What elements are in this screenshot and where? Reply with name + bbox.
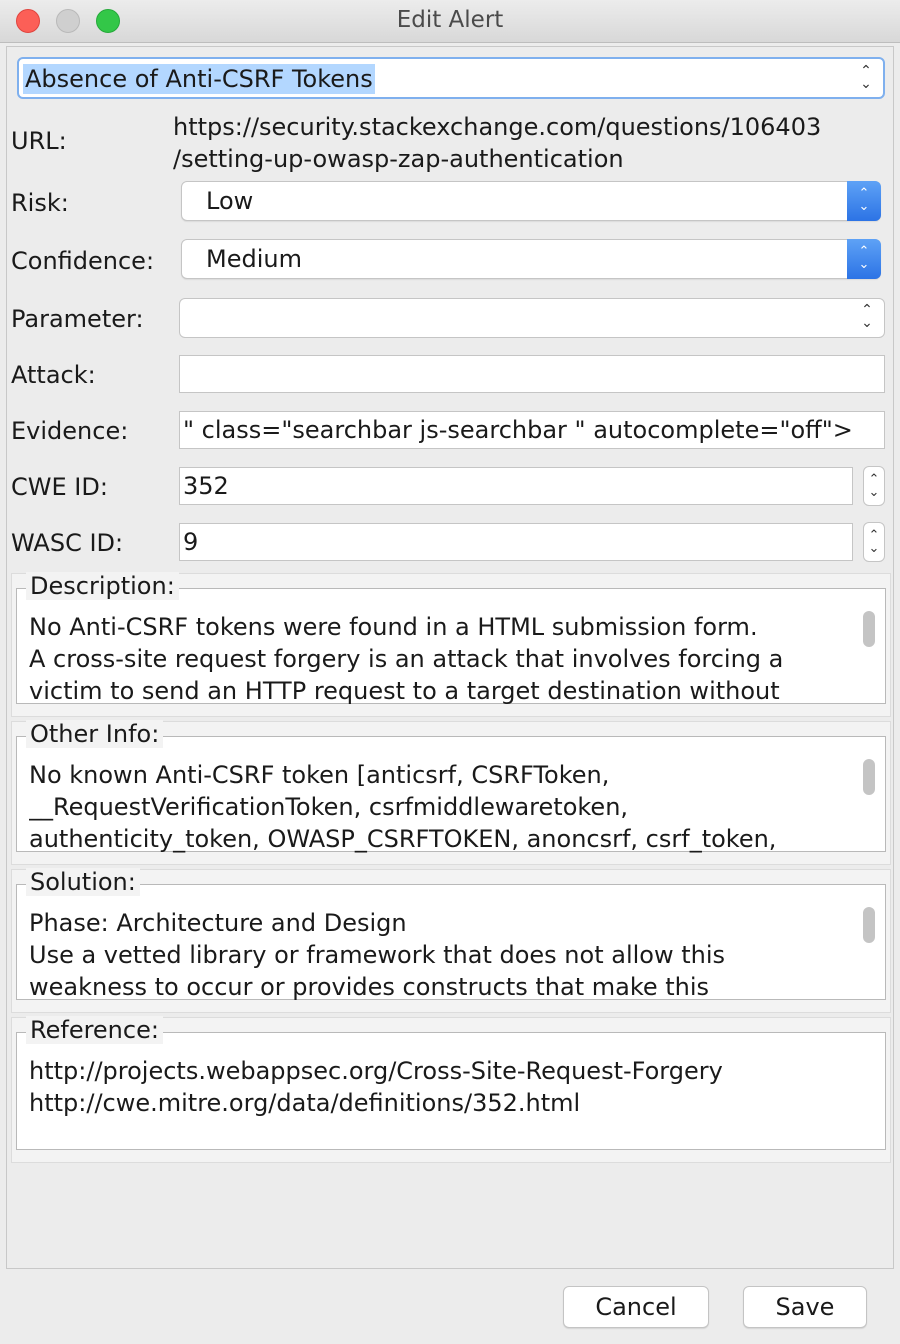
url-value: https://security.stackexchange.com/quest… <box>173 113 822 173</box>
solution-panel: Phase: Architecture and Design Use a vet… <box>11 868 891 1013</box>
alert-name-combo[interactable]: Absence of Anti-CSRF Tokens ⌃ ⌄ <box>17 57 885 99</box>
save-button[interactable]: Save <box>743 1286 867 1328</box>
cwe-id-label: CWE ID: <box>11 473 108 501</box>
attack-label: Attack: <box>11 361 96 389</box>
other-info-text[interactable]: No known Anti-CSRF token [anticsrf, CSRF… <box>29 759 849 855</box>
description-scrollbar[interactable] <box>863 611 875 647</box>
cancel-button[interactable]: Cancel <box>563 1286 709 1328</box>
parameter-combo[interactable]: ⌃ ⌄ <box>179 298 885 338</box>
cwe-id-value: 352 <box>183 472 229 500</box>
cwe-id-field[interactable]: 352 <box>179 467 853 505</box>
reference-text[interactable]: http://projects.webappsec.org/Cross-Site… <box>29 1055 849 1119</box>
solution-text[interactable]: Phase: Architecture and Design Use a vet… <box>29 907 849 1003</box>
wasc-id-value: 9 <box>183 528 199 556</box>
cwe-id-stepper[interactable]: ⌃ ⌄ <box>863 466 885 506</box>
wasc-id-field[interactable]: 9 <box>179 523 853 561</box>
parameter-label: Parameter: <box>11 305 144 333</box>
evidence-value: " class="searchbar js-searchbar " autoco… <box>183 416 853 444</box>
title-bar: Edit Alert <box>0 0 900 43</box>
confidence-label: Confidence: <box>11 247 155 275</box>
other-info-title: Other Info: <box>26 720 164 748</box>
evidence-label: Evidence: <box>11 417 129 445</box>
up-down-chevron-icon[interactable]: ⌃ ⌄ <box>855 64 877 93</box>
risk-select[interactable]: Low ⌃ ⌄ <box>181 181 881 221</box>
reference-title: Reference: <box>26 1016 163 1044</box>
solution-title: Solution: <box>26 868 140 896</box>
wasc-id-stepper[interactable]: ⌃ ⌄ <box>863 522 885 562</box>
edit-alert-form: Absence of Anti-CSRF Tokens ⌃ ⌄ URL: http… <box>6 46 894 1269</box>
wasc-id-label: WASC ID: <box>11 529 124 557</box>
other-info-panel: No known Anti-CSRF token [anticsrf, CSRF… <box>11 720 891 865</box>
description-text[interactable]: No Anti-CSRF tokens were found in a HTML… <box>29 611 849 707</box>
window-title: Edit Alert <box>396 7 504 33</box>
confidence-select[interactable]: Medium ⌃ ⌄ <box>181 239 881 279</box>
reference-box: http://projects.webappsec.org/Cross-Site… <box>16 1032 886 1150</box>
select-chevron-icon[interactable]: ⌃ ⌄ <box>847 181 881 221</box>
solution-box: Phase: Architecture and Design Use a vet… <box>16 884 886 1003</box>
select-chevron-icon[interactable]: ⌃ ⌄ <box>847 239 881 279</box>
solution-scrollbar[interactable] <box>863 907 875 943</box>
url-label: URL: <box>11 127 67 155</box>
alert-name-value: Absence of Anti-CSRF Tokens <box>23 64 375 94</box>
other-info-scrollbar[interactable] <box>863 759 875 795</box>
description-title: Description: <box>26 572 179 600</box>
description-box: No Anti-CSRF tokens were found in a HTML… <box>16 588 886 707</box>
reference-panel: http://projects.webappsec.org/Cross-Site… <box>11 1016 891 1163</box>
attack-field[interactable] <box>179 355 885 393</box>
evidence-field[interactable]: " class="searchbar js-searchbar " autoco… <box>179 411 885 449</box>
other-info-box: No known Anti-CSRF token [anticsrf, CSRF… <box>16 736 886 855</box>
risk-value: Low <box>206 187 254 215</box>
risk-label: Risk: <box>11 189 69 217</box>
confidence-value: Medium <box>206 245 302 273</box>
description-panel: No Anti-CSRF tokens were found in a HTML… <box>11 572 891 717</box>
up-down-chevron-icon[interactable]: ⌃ ⌄ <box>856 303 878 332</box>
